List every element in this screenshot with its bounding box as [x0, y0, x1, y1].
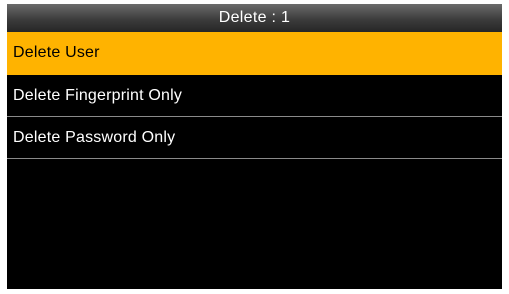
menu-item-delete-user[interactable]: Delete User	[7, 32, 502, 75]
page-title: Delete : 1	[218, 9, 291, 26]
menu-item-label: Delete Password Only	[13, 128, 176, 146]
menu-item-delete-fingerprint-only[interactable]: Delete Fingerprint Only	[7, 75, 502, 117]
menu-item-label: Delete Fingerprint Only	[13, 86, 183, 104]
menu-item-delete-password-only[interactable]: Delete Password Only	[7, 117, 502, 159]
delete-menu: Delete User Delete Fingerprint Only Dele…	[7, 32, 502, 159]
device-screen: Delete : 1 Delete User Delete Fingerprin…	[7, 4, 502, 289]
menu-item-label: Delete User	[13, 44, 100, 61]
title-bar: Delete : 1	[7, 4, 502, 32]
